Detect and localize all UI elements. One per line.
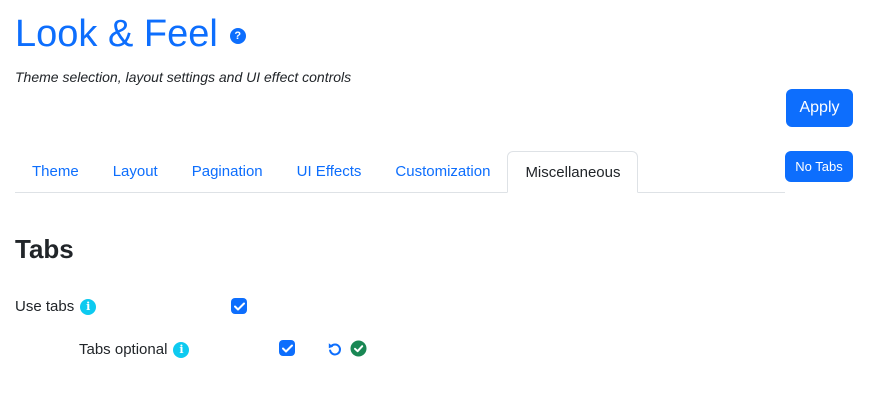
- page-subtitle: Theme selection, layout settings and UI …: [15, 69, 352, 85]
- section-title-tabs: Tabs: [15, 234, 74, 264]
- setting-row-use-tabs: Use tabs i: [15, 298, 97, 315]
- setting-row-tabs-optional: Tabs optional i: [79, 341, 190, 358]
- title-row: Look & Feel ?: [15, 10, 246, 58]
- tab-miscellaneous[interactable]: Miscellaneous: [507, 151, 639, 193]
- page-title: Look & Feel: [15, 13, 218, 55]
- use-tabs-checkbox[interactable]: [231, 298, 247, 314]
- no-tabs-button[interactable]: No Tabs: [785, 151, 853, 182]
- tab-bar: Theme Layout Pagination UI Effects Custo…: [15, 151, 785, 193]
- look-and-feel-page: Look & Feel ? Theme selection, layout se…: [0, 0, 871, 406]
- info-icon[interactable]: i: [173, 341, 190, 358]
- question-circle-icon[interactable]: ?: [229, 28, 246, 44]
- setting-label-tabs-optional: Tabs optional: [79, 341, 168, 358]
- tab-customization[interactable]: Customization: [378, 151, 507, 192]
- checkmark-icon: [281, 344, 293, 352]
- check-circle-icon[interactable]: [350, 340, 367, 357]
- tab-pagination[interactable]: Pagination: [175, 151, 280, 192]
- tab-layout[interactable]: Layout: [96, 151, 175, 192]
- setting-label-use-tabs: Use tabs: [15, 298, 75, 315]
- apply-button[interactable]: Apply: [786, 89, 853, 127]
- undo-icon[interactable]: [326, 340, 343, 357]
- checkmark-icon: [233, 302, 245, 310]
- tabs-optional-checkbox[interactable]: [279, 340, 295, 356]
- info-icon[interactable]: i: [80, 298, 97, 315]
- tab-ui-effects[interactable]: UI Effects: [280, 151, 379, 192]
- tab-theme[interactable]: Theme: [15, 151, 96, 192]
